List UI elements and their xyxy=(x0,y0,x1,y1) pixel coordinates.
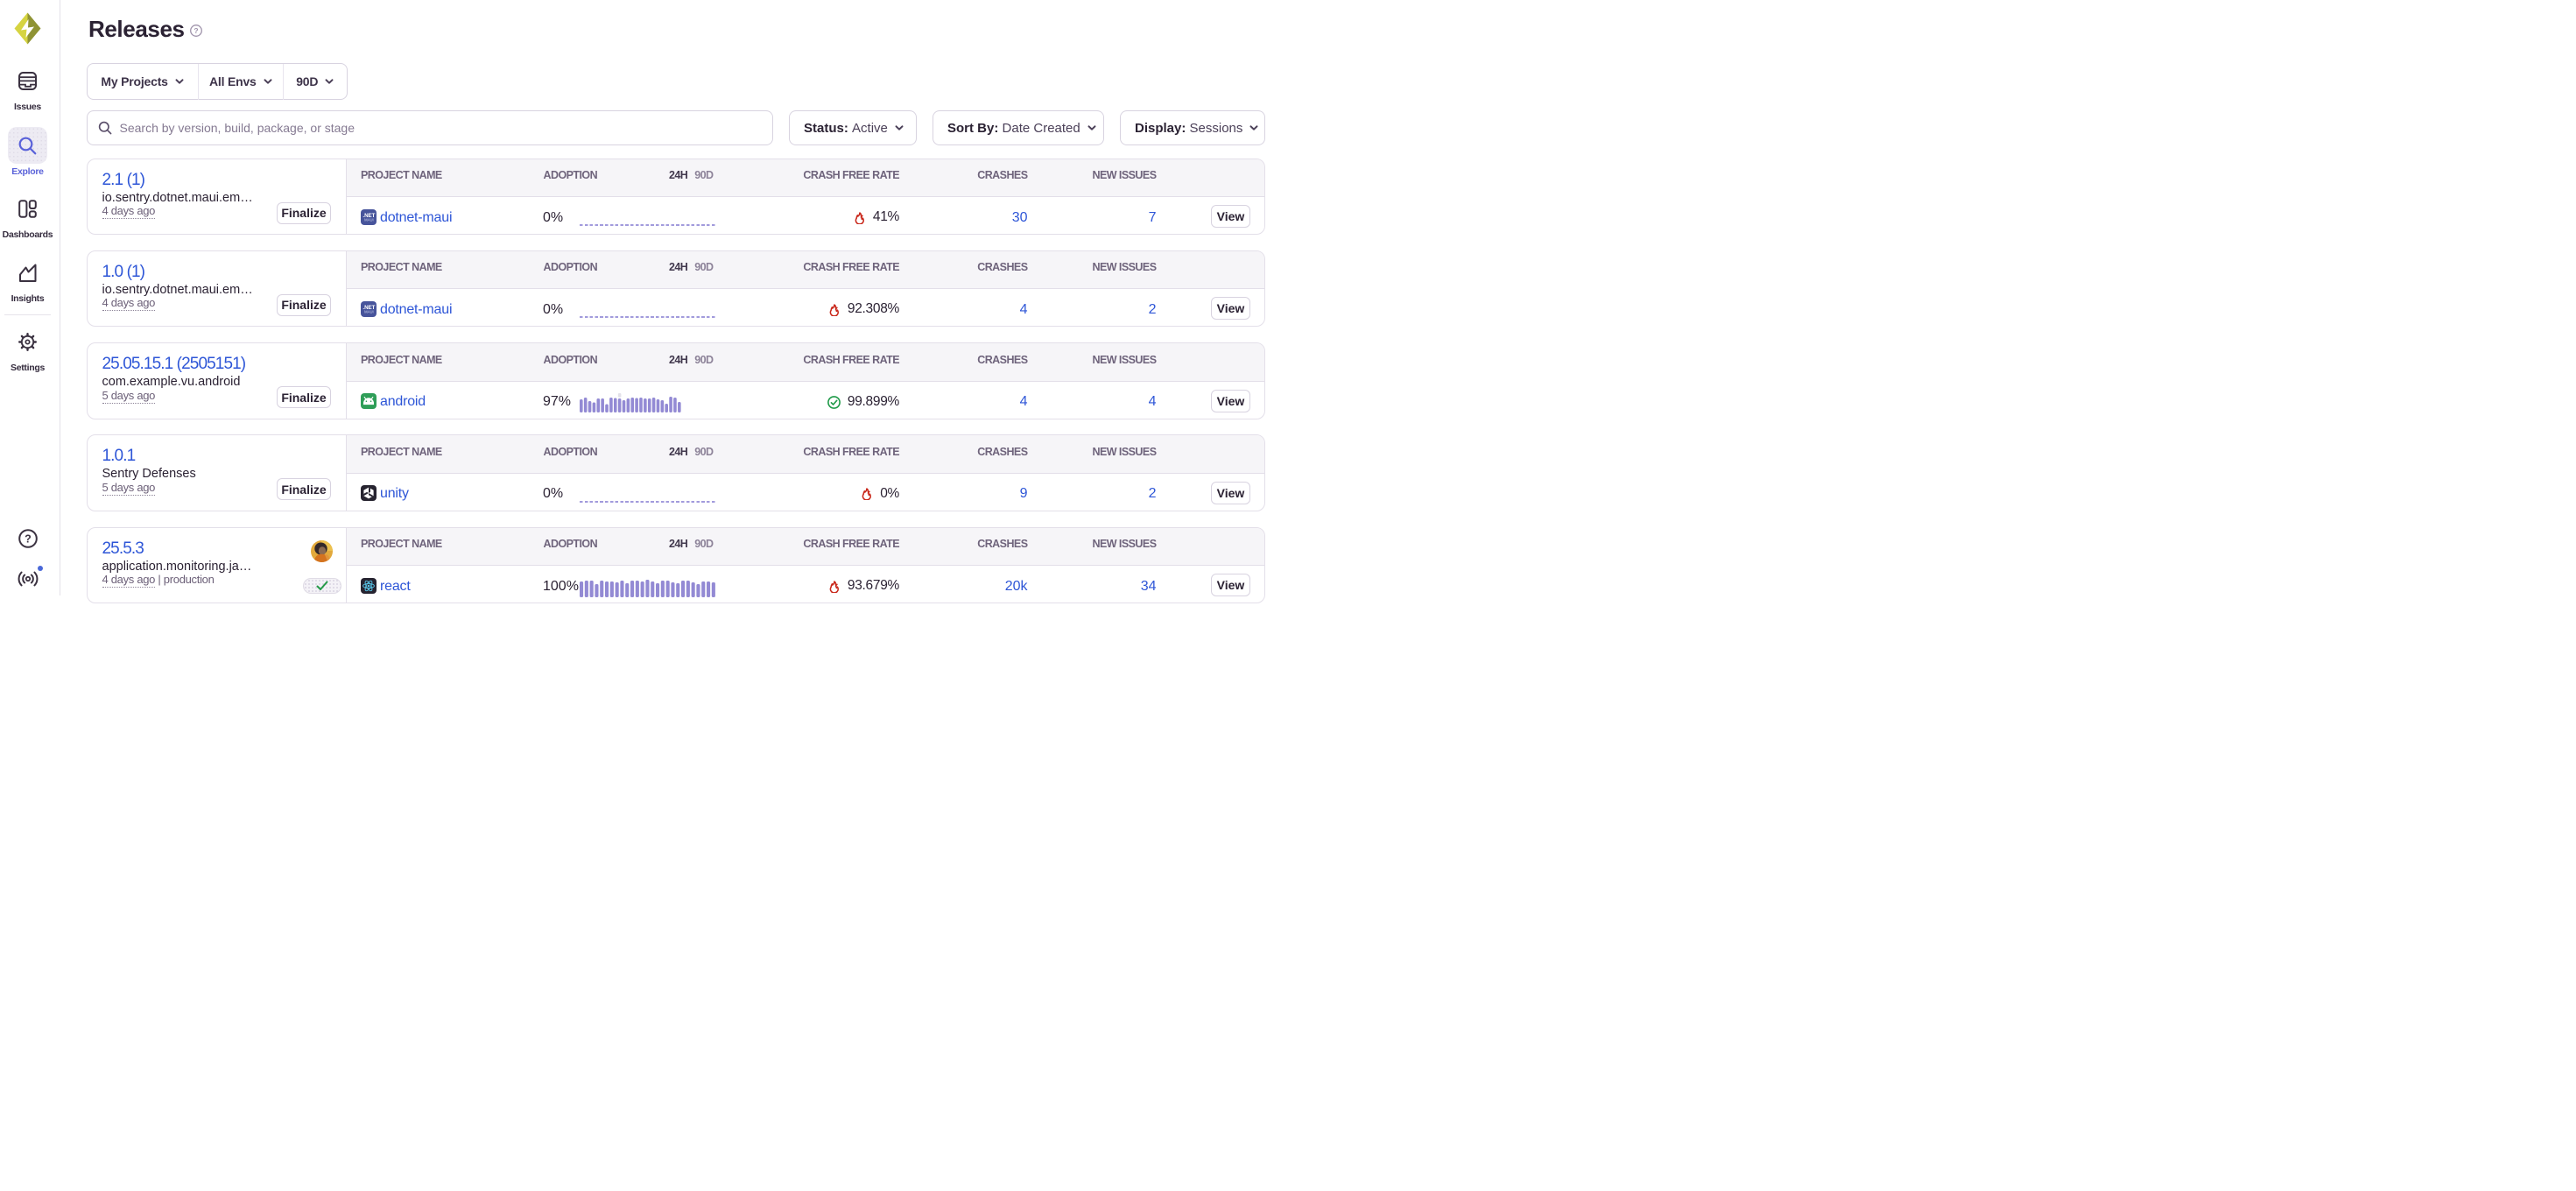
svg-text:MAUI: MAUI xyxy=(364,309,373,314)
svg-text:?: ? xyxy=(194,26,198,35)
svg-text:MAUI: MAUI xyxy=(364,217,373,222)
svg-text:?: ? xyxy=(25,532,32,545)
